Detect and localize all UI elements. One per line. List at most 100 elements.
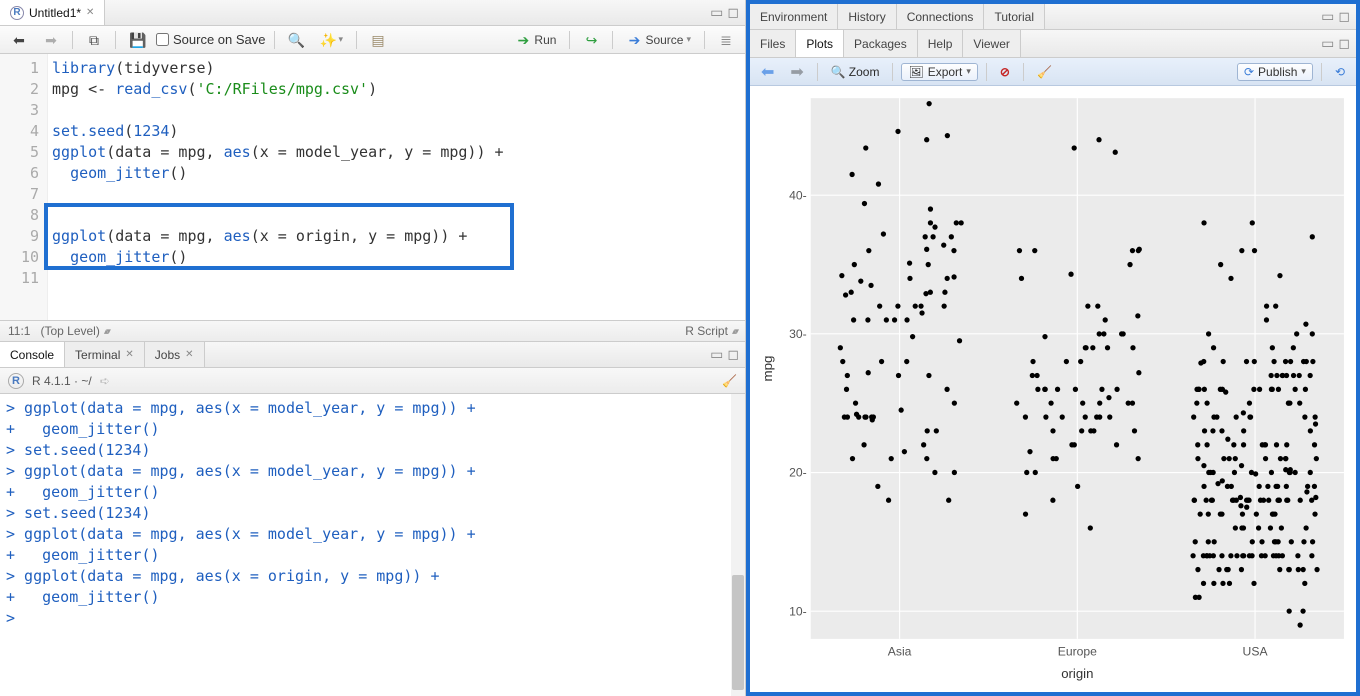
svg-text:USA: USA (1243, 644, 1269, 658)
source-toolbar: ⬅ ➡ ⧉ 💾 Source on Save 🔍 ✨▾ ▤ ➔Run ↪ ➔So… (0, 26, 745, 54)
language-selector[interactable]: R Script ▴▾ (685, 324, 737, 338)
rerun-icon: ↪ (583, 32, 599, 48)
environment-tabs-row: EnvironmentHistoryConnectionsTutorial ▭ … (750, 4, 1356, 30)
arrow-right-icon: ➡ (43, 32, 59, 48)
viewer-tabs-row: FilesPlotsPackagesHelpViewer ▭ ◻ (750, 30, 1356, 58)
maximize-pane-icon[interactable]: ◻ (727, 4, 739, 21)
zoom-button[interactable]: 🔍Zoom (826, 63, 885, 81)
env-tab-tutorial[interactable]: Tutorial (984, 4, 1045, 29)
line-gutter: 1234567891011 (0, 54, 48, 320)
console-header: R R 4.1.1 · ~/ ➪ 🧹 (0, 368, 745, 394)
arrow-left-icon: ⬅ (761, 62, 774, 82)
zoom-icon: 🔍 (831, 65, 846, 79)
source-run-button[interactable]: ➔Source ▾ (621, 30, 696, 50)
console-window-controls: ▭ ◻ (710, 346, 745, 363)
svg-text:40: 40 (789, 188, 803, 202)
svg-text:-: - (803, 466, 807, 480)
clear-plots-button[interactable]: 🧹 (1032, 63, 1057, 81)
find-button[interactable]: 🔍 (283, 30, 309, 50)
env-tab-connections[interactable]: Connections (897, 4, 985, 29)
svg-text:10: 10 (789, 604, 803, 618)
plot-area: 10-20-30-40-AsiaEuropeUSAoriginmpg (750, 86, 1356, 692)
run-button[interactable]: ➔Run (510, 30, 561, 50)
editor-area[interactable]: 1234567891011 library(tidyverse)mpg <- r… (0, 54, 745, 320)
viewer-tab-help[interactable]: Help (918, 30, 964, 57)
svg-text:-: - (803, 327, 807, 341)
svg-text:Europe: Europe (1058, 644, 1097, 658)
source-on-save-checkbox[interactable] (156, 33, 169, 46)
rerun-button[interactable]: ↪ (578, 30, 604, 50)
save-button[interactable]: 💾 (124, 30, 150, 50)
refresh-icon: ⟲ (1335, 65, 1345, 79)
code-editor[interactable]: library(tidyverse)mpg <- read_csv('C:/RF… (48, 54, 745, 320)
minimize-pane-icon[interactable]: ▭ (710, 4, 723, 21)
svg-text:mpg: mpg (760, 356, 775, 382)
viewer-tab-viewer[interactable]: Viewer (963, 30, 1020, 57)
viewer-tab-packages[interactable]: Packages (844, 30, 918, 57)
source-on-save-toggle[interactable]: Source on Save (156, 32, 266, 47)
magnifier-icon: 🔍 (288, 32, 304, 48)
source-pane: R Untitled1* ✕ ▭ ◻ ⬅ ➡ ⧉ 💾 Source on Sav… (0, 0, 745, 342)
export-button[interactable]: 🖼Export▾ (901, 63, 977, 81)
publish-icon: ⟳ (1244, 65, 1254, 79)
ggplot-chart: 10-20-30-40-AsiaEuropeUSAoriginmpg (756, 92, 1350, 686)
console-tab-terminal[interactable]: Terminal✕ (65, 342, 145, 367)
viewer-tab-files[interactable]: Files (750, 30, 796, 57)
minimize-pane-icon[interactable]: ▭ (710, 346, 723, 363)
r-logo-icon: R (10, 6, 24, 20)
remove-plot-button[interactable]: ⊘ (995, 63, 1015, 81)
updown-icon: ▴▾ (104, 326, 109, 337)
forward-button[interactable]: ➡ (38, 30, 64, 50)
show-in-new-window-button[interactable]: ⧉ (81, 30, 107, 50)
cursor-position: 11:1 (8, 324, 30, 338)
plot-prev-button[interactable]: ⬅ (756, 60, 779, 84)
close-tab-icon[interactable]: ✕ (125, 349, 133, 360)
env-tab-history[interactable]: History (838, 4, 896, 29)
arrow-right-small-icon[interactable]: ➪ (100, 374, 110, 388)
notebook-icon: ▤ (370, 32, 386, 48)
minimize-pane-icon[interactable]: ▭ (1321, 35, 1334, 52)
left-column: R Untitled1* ✕ ▭ ◻ ⬅ ➡ ⧉ 💾 Source on Sav… (0, 0, 746, 696)
source-tab-title: Untitled1* (29, 6, 81, 20)
viewer-window-controls: ▭ ◻ (1321, 35, 1356, 52)
env-window-controls: ▭ ◻ (1321, 8, 1356, 25)
arrow-left-icon: ⬅ (11, 32, 27, 48)
console-tab-jobs[interactable]: Jobs✕ (145, 342, 205, 367)
broom-icon: 🧹 (1037, 65, 1052, 79)
console-scrollbar[interactable] (731, 394, 745, 696)
source-on-save-label: Source on Save (173, 32, 266, 47)
compile-report-button[interactable]: ▤ (365, 30, 391, 50)
source-tabs-row: R Untitled1* ✕ ▭ ◻ (0, 0, 745, 26)
popout-icon: ⧉ (86, 32, 102, 48)
env-tab-environment[interactable]: Environment (750, 4, 838, 29)
minimize-pane-icon[interactable]: ▭ (1321, 8, 1334, 25)
back-button[interactable]: ⬅ (6, 30, 32, 50)
source-arrow-icon: ➔ (626, 32, 642, 48)
run-label: Run (534, 33, 556, 47)
maximize-pane-icon[interactable]: ◻ (1338, 35, 1350, 52)
refresh-plot-button[interactable]: ⟲ (1330, 63, 1350, 81)
publish-label: Publish (1258, 65, 1297, 79)
scope-selector[interactable]: (Top Level) ▴▾ (40, 324, 108, 338)
remove-icon: ⊘ (1000, 65, 1010, 79)
publish-button[interactable]: ⟳Publish▾ (1237, 63, 1313, 81)
close-tab-icon[interactable]: ✕ (185, 349, 193, 360)
svg-text:Asia: Asia (888, 644, 912, 658)
console-scrollbar-thumb[interactable] (732, 575, 744, 690)
wand-button[interactable]: ✨▾ (315, 30, 349, 50)
magic-wand-icon: ✨ (320, 32, 336, 48)
close-tab-icon[interactable]: ✕ (86, 7, 94, 18)
source-tab-untitled1[interactable]: R Untitled1* ✕ (0, 0, 105, 25)
console-header-text: R 4.1.1 · ~/ (32, 374, 92, 388)
maximize-pane-icon[interactable]: ◻ (727, 346, 739, 363)
console-tab-console[interactable]: Console (0, 342, 65, 367)
console-body[interactable]: > ggplot(data = mpg, aes(x = model_year,… (0, 394, 745, 696)
svg-text:20: 20 (789, 466, 803, 480)
language-label: R Script (685, 324, 728, 338)
outline-button[interactable]: ≣ (713, 30, 739, 50)
viewer-tab-plots[interactable]: Plots (796, 30, 844, 57)
plot-next-button[interactable]: ➡ (785, 60, 808, 84)
maximize-pane-icon[interactable]: ◻ (1338, 8, 1350, 25)
arrow-right-icon: ➡ (790, 62, 803, 82)
clear-console-icon[interactable]: 🧹 (722, 374, 737, 388)
